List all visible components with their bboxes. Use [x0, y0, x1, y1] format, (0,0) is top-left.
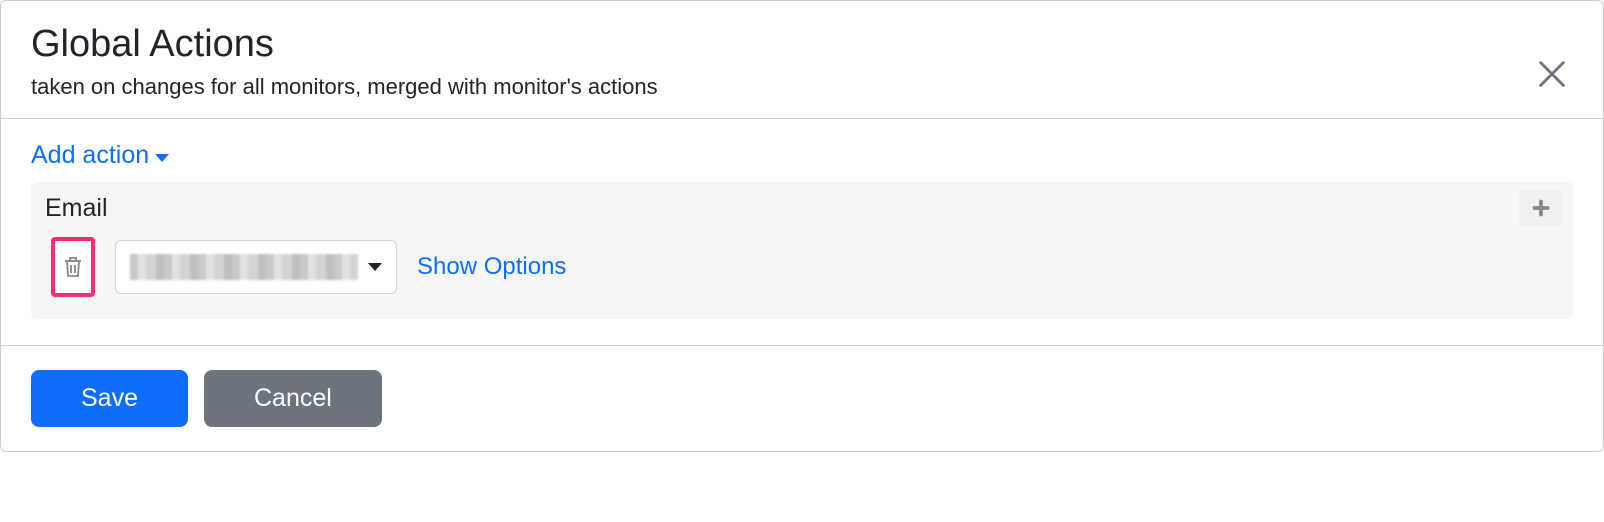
- panel-body: Add action Email: [1, 119, 1603, 346]
- panel-title: Global Actions: [31, 23, 1573, 66]
- show-options-link[interactable]: Show Options: [417, 253, 566, 281]
- save-button[interactable]: Save: [31, 370, 188, 427]
- recipient-select[interactable]: [115, 240, 397, 294]
- add-recipient-button[interactable]: [1519, 190, 1563, 226]
- add-action-label: Add action: [31, 141, 149, 170]
- panel-footer: Save Cancel: [1, 346, 1603, 451]
- caret-down-icon: [368, 263, 382, 271]
- trash-icon: [61, 254, 85, 280]
- close-icon: [1535, 57, 1569, 91]
- add-action-dropdown[interactable]: Add action: [31, 141, 169, 170]
- global-actions-panel: Global Actions taken on changes for all …: [0, 0, 1604, 452]
- panel-header: Global Actions taken on changes for all …: [1, 1, 1603, 119]
- action-card: Email: [31, 182, 1573, 319]
- action-row: Show Options: [45, 237, 1555, 297]
- caret-down-icon: [155, 154, 169, 162]
- plus-icon: [1530, 197, 1552, 219]
- recipient-value: [130, 254, 358, 280]
- action-type-label: Email: [45, 194, 1555, 237]
- panel-subtitle: taken on changes for all monitors, merge…: [31, 74, 1573, 100]
- cancel-button[interactable]: Cancel: [204, 370, 382, 427]
- close-button[interactable]: [1535, 57, 1569, 91]
- delete-action-button[interactable]: [51, 237, 95, 297]
